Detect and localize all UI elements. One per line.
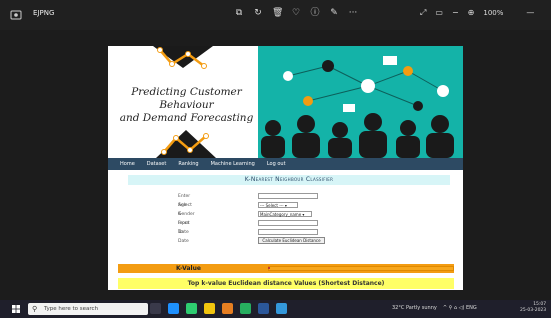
tray-icons[interactable]: ^ ⚲ ⌂ ◁) ENG [443,304,477,313]
nav-dataset[interactable]: Dataset [147,161,167,167]
knn-section: K-Nearest Neighbour Classifier Enter Age… [108,170,463,290]
windows-taskbar: ⚲ Type here to search 32°C Partly sunny … [0,300,551,318]
minimize-button[interactable]: — [526,8,534,18]
gender-select[interactable]: --- Select --- ▾ [258,202,298,208]
knn-heading: K-Nearest Neighbour Classifier [128,175,450,185]
info-icon[interactable]: ⓘ [310,8,320,18]
search-placeholder: Type here to search [44,306,99,312]
task-view-icon[interactable] [150,303,161,314]
delete-icon[interactable]: 🗑 [272,8,283,18]
taskbar-apps [150,303,287,314]
nav-machine-learning[interactable]: Machine Learning [211,161,255,167]
expand-icon[interactable]: ⤢ [420,8,426,18]
from-date-input[interactable] [258,220,318,226]
photo-viewer-titlebar: EJPNG ⧉ ↻ 🗑 ♡ ⓘ ✎ ··· ⤢ ▭ − ⊕ 100% — ▢ [0,0,551,30]
edit-icon[interactable]: ✎ [329,8,339,18]
more-icon[interactable]: ··· [348,8,358,18]
image-viewer-canvas: Predicting Customer Behaviour and Demand… [0,30,551,300]
search-icon: ⚲ [32,305,38,313]
windows-start-icon[interactable] [12,305,20,313]
banner-title-line2: and Demand Forecasting [119,112,254,124]
viewer-toolbar: ⧉ ↻ 🗑 ♡ ⓘ ✎ ··· [234,8,358,18]
app-icon-2[interactable] [240,303,251,314]
system-tray: 32°C Partly sunny ^ ⚲ ⌂ ◁) ENG [392,304,477,313]
nav-home[interactable]: Home [120,161,135,167]
people-network-illustration [258,46,463,158]
taskbar-search[interactable]: ⚲ Type here to search [28,303,148,315]
favorite-icon[interactable]: ♡ [291,8,301,18]
crop-icon[interactable]: ⧉ [234,8,244,18]
k-value-label: K-Value [176,265,201,272]
banner-title: Predicting Customer Behaviour and Demand… [114,86,259,125]
word-icon[interactable] [258,303,269,314]
banner: Predicting Customer Behaviour and Demand… [108,46,463,158]
photos-icon[interactable] [276,303,287,314]
banner-title-line1: Predicting Customer Behaviour [131,86,242,111]
file-explorer-icon[interactable] [204,303,215,314]
k-value-marker [268,267,270,269]
nav-ranking[interactable]: Ranking [178,161,198,167]
results-heading: Top k-value Euclidean distance Values (S… [118,278,454,289]
zoom-out-icon[interactable]: − [452,8,459,18]
zoom-level[interactable]: 100% [483,8,503,18]
to-date-input[interactable] [258,229,318,235]
k-value-input[interactable] [268,266,454,271]
file-name: EJPNG [33,9,55,17]
nav-logout[interactable]: Log out [267,161,286,167]
to-date-label: To Date [178,230,189,244]
edge-icon[interactable] [168,303,179,314]
kinput-select[interactable]: MainCategory_name ▾ [258,211,312,217]
k-value-bar: K-Value [118,264,454,273]
site-nav: Home Dataset Ranking Machine Learning Lo… [108,158,463,170]
date: 25-03-2023 [520,308,547,313]
viewer-right-controls: ⤢ ▭ − ⊕ 100% — ▢ [420,8,551,18]
rotate-icon[interactable]: ↻ [253,8,263,18]
weather-widget[interactable]: 32°C Partly sunny [392,304,437,313]
zoom-in-icon[interactable]: ⊕ [468,8,475,18]
web-page-screenshot: Predicting Customer Behaviour and Demand… [108,46,463,290]
app-icon[interactable] [222,303,233,314]
photos-app-icon [10,10,22,20]
age-input[interactable] [258,193,318,199]
clock[interactable]: 15:07 25-03-2023 [520,302,546,314]
fullscreen-icon[interactable]: ▭ [435,8,443,18]
store-icon[interactable] [186,303,197,314]
calculate-euclidean-button[interactable]: Calculate Euclidean Distance [258,237,325,244]
